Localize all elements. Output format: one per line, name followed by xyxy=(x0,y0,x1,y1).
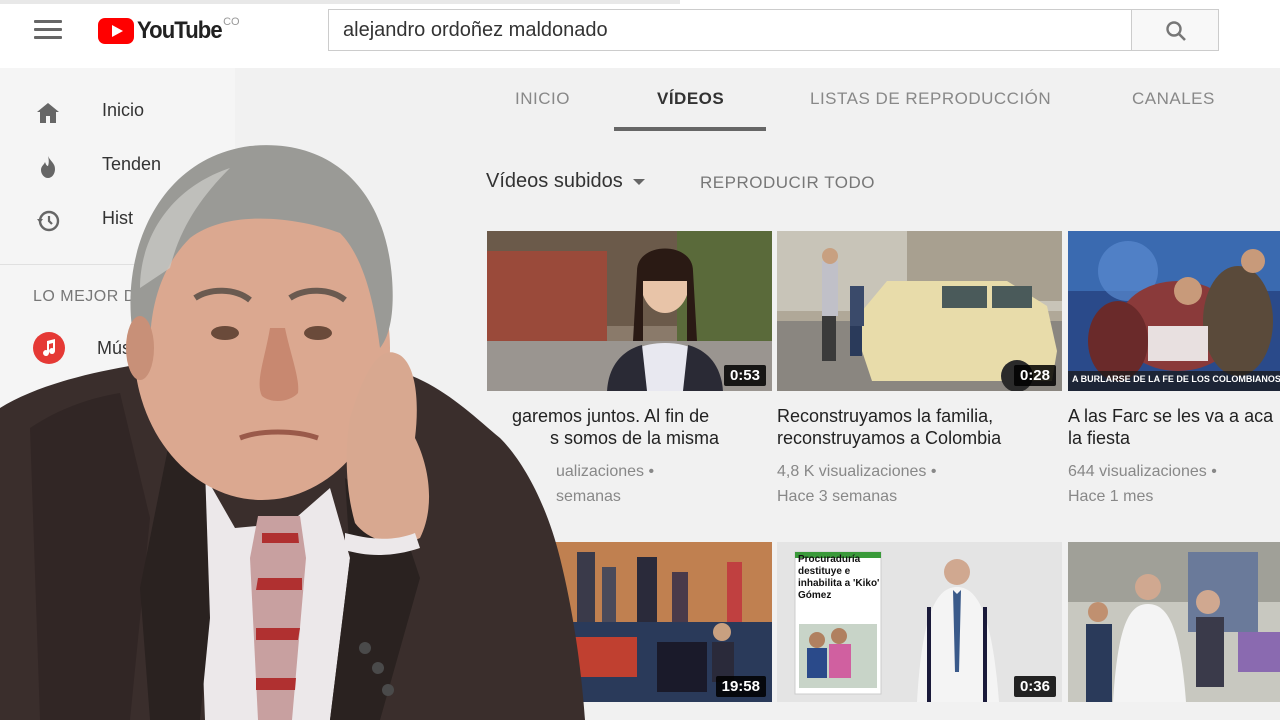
youtube-play-icon xyxy=(98,18,134,44)
youtube-logo[interactable]: YouTube CO xyxy=(98,16,240,46)
video-meta-3: 644 visualizaciones • Hace 1 mes xyxy=(1068,459,1280,509)
video-views: 644 visualizaciones • xyxy=(1068,463,1217,480)
video-thumbnail-5[interactable]: Procuraduría destituye e inhabilita a 'K… xyxy=(777,542,1062,702)
menu-icon[interactable] xyxy=(34,20,62,42)
logo-text: YouTube xyxy=(137,17,223,44)
sidebar-item-label: Inicio xyxy=(102,100,145,120)
home-icon xyxy=(37,103,59,123)
caret-down-icon xyxy=(632,178,645,185)
top-bar: YouTube CO alejandro ordoñez maldonado xyxy=(0,0,1280,68)
tab-home[interactable]: INICIO xyxy=(515,89,570,109)
search-button[interactable] xyxy=(1131,9,1219,51)
video-age: Hace 1 mes xyxy=(1068,488,1154,505)
play-all-button[interactable]: REPRODUCIR TODO xyxy=(700,173,875,193)
video-duration: 0:53 xyxy=(723,365,766,386)
video-title-line: Reconstruyamos la familia, xyxy=(777,406,994,426)
search-icon xyxy=(1166,21,1186,41)
video-meta-2: 4,8 K visualizaciones • Hace 3 semanas xyxy=(777,459,1067,509)
video-age: Hace 3 semanas xyxy=(777,488,898,505)
video-duration: 19:58 xyxy=(715,676,766,697)
video-thumbnail-3[interactable]: A BURLARSE DE LA FE DE LOS COLOMBIANOS xyxy=(1068,231,1280,391)
thumbnail-image xyxy=(1068,231,1280,391)
active-tab-indicator xyxy=(614,127,766,131)
logo-country: CO xyxy=(223,16,240,28)
video-duration: 0:36 xyxy=(1013,676,1056,697)
tab-playlists[interactable]: LISTAS DE REPRODUCCIÓN xyxy=(810,89,1051,109)
thumbnail-caption: A BURLARSE DE LA FE DE LOS COLOMBIANOS xyxy=(1072,374,1280,384)
video-title-line: la fiesta xyxy=(1068,428,1131,448)
thumbnail-poster-text: Procuraduría destituye e inhabilita a 'K… xyxy=(798,554,880,601)
video-title-line: A las Farc se les va a aca xyxy=(1068,406,1274,426)
video-title-line: reconstruyamos a Colombia xyxy=(777,428,1002,448)
tab-channels[interactable]: CANALES xyxy=(1132,89,1215,109)
video-duration: 0:28 xyxy=(1013,365,1056,386)
video-title-2[interactable]: Reconstruyamos la familia, reconstruyamos… xyxy=(777,405,1067,449)
loading-bar xyxy=(0,0,680,4)
person-photo-overlay xyxy=(0,145,585,720)
video-views: 4,8 K visualizaciones • xyxy=(777,463,937,480)
sidebar-item-home[interactable]: Inicio xyxy=(0,84,235,138)
thumbnail-image xyxy=(1068,542,1280,702)
search-input[interactable]: alejandro ordoñez maldonado xyxy=(328,9,1132,51)
tab-videos[interactable]: VÍDEOS xyxy=(657,89,724,109)
video-thumbnail-6[interactable] xyxy=(1068,542,1280,702)
video-title-3[interactable]: A las Farc se les va a aca la fiesta xyxy=(1068,405,1280,449)
video-thumbnail-2[interactable]: 0:28 xyxy=(777,231,1062,391)
